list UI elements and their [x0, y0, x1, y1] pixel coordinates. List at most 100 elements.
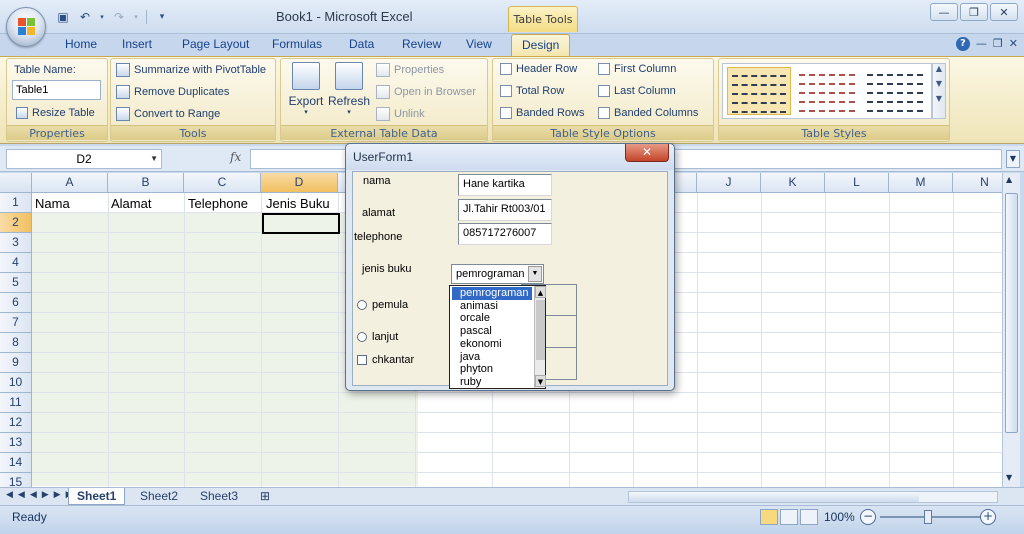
first-column-checkbox[interactable]: First Column — [598, 63, 676, 75]
tab-page-layout[interactable]: Page Layout — [182, 37, 249, 51]
help-icon[interactable]: ? — [955, 37, 970, 51]
row-header-4[interactable]: 4 — [0, 253, 32, 273]
vertical-scrollbar[interactable]: ▲ ▼ — [1002, 173, 1020, 487]
close-icon[interactable]: ✕ — [990, 3, 1018, 21]
redo-icon[interactable]: ↷ — [110, 8, 128, 26]
save-icon[interactable]: ▣ — [54, 8, 72, 26]
table-name-input[interactable]: Table1 — [12, 80, 101, 100]
column-header-l[interactable]: L — [825, 173, 889, 193]
column-header-c[interactable]: C — [184, 173, 261, 193]
dropdown-scroll-up-icon[interactable]: ▲ — [535, 286, 546, 298]
sheet-tab-3[interactable]: Sheet3 — [192, 488, 246, 505]
total-row-checkbox[interactable]: Total Row — [500, 85, 564, 97]
dropdown-option[interactable]: phyton — [452, 363, 532, 376]
row-header-10[interactable]: 10 — [0, 373, 32, 393]
zoom-in-icon[interactable]: + — [980, 509, 996, 525]
table-style-option[interactable] — [727, 67, 791, 115]
row-header-11[interactable]: 11 — [0, 393, 32, 413]
tab-design[interactable]: Design — [511, 34, 571, 56]
sheet-tab-1[interactable]: Sheet1 — [68, 488, 126, 505]
sheet-nav-arrows-icon[interactable]: ◀◀◀▶▶▶ — [6, 490, 78, 500]
scroll-down-icon[interactable]: ▼ — [1006, 473, 1012, 482]
row-header-1[interactable]: 1 — [0, 193, 32, 213]
close-workbook-icon[interactable]: ✕ — [1009, 37, 1018, 51]
restore-icon[interactable]: ❐ — [960, 3, 988, 21]
expand-formula-bar-icon[interactable]: ▼ — [1006, 150, 1020, 168]
export-button[interactable]: Export ▾ — [286, 62, 326, 116]
redo-dropdown-icon[interactable]: ▾ — [132, 8, 140, 26]
nama-textbox[interactable]: Hane kartika — [458, 174, 552, 196]
row-header-12[interactable]: 12 — [0, 413, 32, 433]
pemula-radio[interactable] — [357, 300, 367, 310]
header-cell-d1[interactable]: Jenis Buku — [263, 194, 340, 213]
insert-sheet-icon[interactable]: ⊞ — [252, 488, 278, 505]
horizontal-scrollbar[interactable] — [628, 491, 998, 503]
dropdown-option[interactable]: pemrograman — [452, 287, 532, 300]
column-header-d[interactable]: D — [261, 173, 338, 193]
banded-columns-checkbox[interactable]: Banded Columns — [598, 107, 698, 119]
summarize-pivottable-button[interactable]: Summarize with PivotTable — [116, 63, 266, 77]
tab-view[interactable]: View — [466, 37, 492, 51]
userform-titlebar[interactable]: UserForm1 ✕ — [346, 144, 674, 170]
tab-data[interactable]: Data — [349, 37, 374, 51]
lanjut-radio[interactable] — [357, 332, 367, 342]
table-style-option[interactable] — [863, 67, 927, 115]
header-cell-c1[interactable]: Telephone — [185, 194, 262, 213]
zoom-slider-thumb[interactable] — [924, 510, 932, 524]
column-header-b[interactable]: B — [108, 173, 184, 193]
dropdown-option[interactable]: animasi — [452, 300, 532, 313]
zoom-out-icon[interactable]: − — [860, 509, 876, 525]
undo-icon[interactable]: ↶ — [76, 8, 94, 26]
row-header-5[interactable]: 5 — [0, 273, 32, 293]
dropdown-option[interactable]: pascal — [452, 325, 532, 338]
row-header-9[interactable]: 9 — [0, 353, 32, 373]
properties-button[interactable]: Properties — [376, 63, 444, 77]
unlink-button[interactable]: Unlink — [376, 107, 425, 121]
dropdown-option[interactable]: ruby — [452, 376, 532, 389]
office-button[interactable] — [6, 7, 46, 47]
tab-home[interactable]: Home — [65, 37, 97, 51]
minimize-workbook-icon[interactable]: — — [976, 37, 987, 51]
remove-duplicates-button[interactable]: Remove Duplicates — [116, 85, 229, 99]
row-header-7[interactable]: 7 — [0, 313, 32, 333]
select-all-corner[interactable] — [0, 173, 32, 193]
column-header-k[interactable]: K — [761, 173, 825, 193]
resize-table-button[interactable]: Resize Table — [16, 107, 95, 119]
refresh-button[interactable]: Refresh ▾ — [328, 62, 370, 116]
sheet-tab-2[interactable]: Sheet2 — [132, 488, 186, 505]
row-header-2[interactable]: 2 — [0, 213, 32, 233]
dropdown-option[interactable]: java — [452, 351, 532, 364]
column-header-j[interactable]: J — [697, 173, 761, 193]
chkantar-checkbox[interactable] — [357, 355, 367, 365]
header-cell-a1[interactable]: Nama — [32, 194, 108, 213]
table-style-option[interactable] — [795, 67, 859, 115]
tab-review[interactable]: Review — [402, 37, 441, 51]
dropdown-scroll-down-icon[interactable]: ▼ — [535, 375, 546, 387]
restore-workbook-icon[interactable]: ❐ — [993, 37, 1003, 51]
customize-qat-icon[interactable]: ▾ — [153, 8, 171, 26]
page-break-view-icon[interactable] — [800, 509, 818, 525]
jenis-buku-combobox[interactable]: pemrograman ▼ — [451, 264, 544, 284]
row-header-14[interactable]: 14 — [0, 453, 32, 473]
active-cell[interactable] — [262, 213, 340, 234]
row-header-15[interactable]: 15 — [0, 473, 32, 487]
undo-dropdown-icon[interactable]: ▾ — [98, 8, 106, 26]
tab-formulas[interactable]: Formulas — [272, 37, 322, 51]
header-cell-b1[interactable]: Alamat — [108, 194, 184, 213]
gallery-more-icon[interactable]: ▼ — [933, 94, 945, 103]
column-header-a[interactable]: A — [32, 173, 108, 193]
scroll-up-icon[interactable]: ▲ — [1006, 175, 1012, 184]
column-header-m[interactable]: M — [889, 173, 953, 193]
name-box[interactable]: D2 ▼ — [6, 149, 162, 169]
telephone-textbox[interactable]: 085717276007 — [458, 223, 552, 245]
table-styles-scroll[interactable]: ▲ ▼ ▼ — [932, 63, 946, 119]
column-header-n[interactable]: N — [953, 173, 1002, 193]
header-row-checkbox[interactable]: Header Row — [500, 63, 577, 75]
vertical-scroll-thumb[interactable] — [1005, 193, 1018, 433]
tab-insert[interactable]: Insert — [122, 37, 152, 51]
dropdown-option[interactable]: ekonomi — [452, 338, 532, 351]
gallery-down-icon[interactable]: ▼ — [933, 79, 945, 88]
insert-function-icon[interactable]: fx — [230, 150, 241, 164]
dropdown-scrollbar[interactable]: ▲ ▼ — [534, 286, 546, 388]
dropdown-scroll-thumb[interactable] — [536, 300, 545, 360]
